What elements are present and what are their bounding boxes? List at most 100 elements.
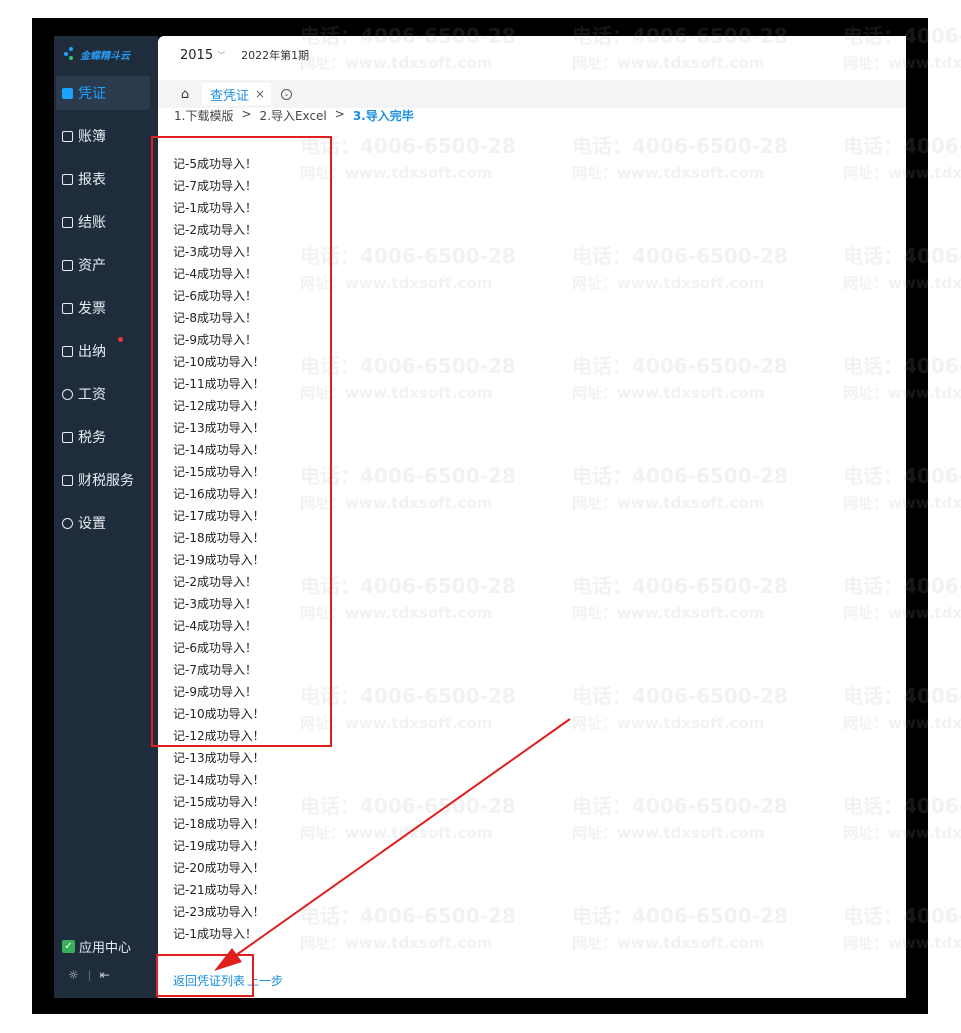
previous-step-link[interactable]: 上一步	[247, 972, 283, 989]
settings-icon	[62, 517, 73, 529]
sidebar-item-cashier[interactable]: 出纳	[56, 334, 150, 368]
import-log-line: 记-10成功导入！	[173, 707, 265, 721]
sidebar: 金蝶精斗云 凭证 账簿 报表 结账 资产 发票 出纳 工资 税务 财税服务 设置…	[54, 36, 158, 998]
step-download-template: 1.下载模版	[174, 109, 234, 123]
import-log: 记-5成功导入！ 记-7成功导入！ 记-1成功导入！ 记-2成功导入！ 记-3成功导入！…	[173, 153, 313, 945]
step-import-excel: 2.导入Excel	[259, 109, 327, 123]
sidebar-item-label: 账簿	[78, 129, 106, 145]
back-to-voucher-list-link[interactable]: 返回凭证列表	[173, 972, 245, 989]
import-log-line: 记-18成功导入！	[173, 531, 265, 545]
import-log-line: 记-15成功导入！	[173, 795, 265, 809]
sidebar-item-label: 发票	[78, 301, 106, 317]
asset-icon	[62, 259, 73, 271]
import-log-line: 记-6成功导入！	[173, 289, 257, 303]
app-center-button[interactable]: ✓ 应用中心	[62, 937, 131, 956]
sidebar-item-label: 凭证	[78, 86, 106, 102]
import-log-line: 记-4成功导入！	[173, 267, 257, 281]
invoice-icon	[62, 302, 73, 314]
sidebar-footer: ☼ ⇤	[68, 968, 110, 982]
closing-icon	[62, 216, 73, 228]
import-log-line: 记-1成功导入！	[173, 201, 257, 215]
import-log-line: 记-9成功导入！	[173, 333, 257, 347]
sidebar-item-label: 税务	[78, 430, 106, 446]
theme-toggle-icon[interactable]: ☼	[68, 968, 79, 982]
sidebar-item-closing[interactable]: 结账	[56, 205, 150, 239]
close-icon[interactable]: ×	[255, 87, 265, 101]
sidebar-item-label: 资产	[78, 258, 106, 274]
import-log-line: 记-12成功导入！	[173, 399, 265, 413]
step-separator: >	[241, 107, 252, 121]
notification-dot	[118, 337, 123, 342]
cashier-icon	[62, 345, 73, 357]
sidebar-item-label: 出纳	[78, 344, 106, 360]
collapse-sidebar-icon[interactable]: ⇤	[100, 968, 110, 982]
import-log-line: 记-12成功导入！	[173, 729, 265, 743]
voucher-icon	[62, 87, 73, 99]
import-log-line: 记-5成功导入！	[173, 157, 257, 171]
tax-icon	[62, 431, 73, 443]
tab-menu-icon[interactable]: ⌄	[281, 88, 293, 100]
import-log-line: 记-19成功导入！	[173, 839, 265, 853]
import-log-line: 记-7成功导入！	[173, 179, 257, 193]
import-log-line: 记-1成功导入！	[173, 927, 257, 941]
import-log-line: 记-6成功导入！	[173, 641, 257, 655]
salary-icon	[62, 388, 73, 400]
sidebar-item-label: 工资	[78, 387, 106, 403]
import-log-line: 记-2成功导入！	[173, 223, 257, 237]
import-log-line: 记-21成功导入！	[173, 883, 265, 897]
import-log-line: 记-19成功导入！	[173, 553, 265, 567]
app-center-label: 应用中心	[79, 941, 132, 956]
import-log-line: 记-7成功导入！	[173, 663, 257, 677]
import-log-line: 记-4成功导入！	[173, 619, 257, 633]
import-log-line: 记-3成功导入！	[173, 245, 257, 259]
year-select[interactable]: 2015 ﹀	[180, 48, 225, 63]
app-center-icon: ✓	[62, 940, 75, 953]
import-log-line: 记-23成功导入！	[173, 905, 265, 919]
app-logo: 金蝶精斗云	[64, 44, 130, 64]
sidebar-item-service[interactable]: 财税服务	[56, 463, 150, 497]
sidebar-item-voucher[interactable]: 凭证	[56, 76, 150, 110]
bottom-actions: 返回凭证列表 上一步	[173, 972, 283, 989]
service-icon	[62, 474, 73, 486]
sidebar-item-settings[interactable]: 设置	[56, 506, 150, 540]
sidebar-item-salary[interactable]: 工资	[56, 377, 150, 411]
tab-bar: ⌂ 查凭证 × ⌄	[158, 80, 906, 108]
import-steps: 1.下载模版 > 2.导入Excel > 3.导入完毕	[174, 107, 414, 124]
sidebar-item-label: 结账	[78, 215, 106, 231]
import-log-line: 记-13成功导入！	[173, 751, 265, 765]
import-log-line: 记-9成功导入！	[173, 685, 257, 699]
import-log-line: 记-18成功导入！	[173, 817, 265, 831]
report-icon	[62, 173, 73, 185]
import-log-line: 记-17成功导入！	[173, 509, 265, 523]
sidebar-item-asset[interactable]: 资产	[56, 248, 150, 282]
sidebar-item-tax[interactable]: 税务	[56, 420, 150, 454]
home-icon[interactable]: ⌂	[178, 87, 192, 102]
import-log-line: 记-10成功导入！	[173, 355, 265, 369]
logo-icon	[64, 47, 76, 61]
sidebar-item-report[interactable]: 报表	[56, 162, 150, 196]
ledger-icon	[62, 130, 73, 142]
sidebar-item-label: 财税服务	[78, 473, 134, 489]
logo-text: 金蝶精斗云	[80, 50, 130, 62]
year-value: 2015	[180, 47, 214, 63]
tab-label: 查凭证	[210, 88, 250, 104]
sidebar-item-label: 报表	[78, 172, 106, 188]
import-log-line: 记-8成功导入！	[173, 311, 257, 325]
import-log-line: 记-16成功导入！	[173, 487, 265, 501]
import-log-line: 记-14成功导入！	[173, 443, 265, 457]
chevron-down-icon: ﹀	[217, 50, 226, 60]
import-log-line: 记-20成功导入！	[173, 861, 265, 875]
step-separator: >	[334, 107, 345, 121]
divider	[88, 969, 90, 981]
import-log-line: 记-14成功导入！	[173, 773, 265, 787]
period-select[interactable]: 2022年第1期	[241, 47, 309, 63]
sidebar-item-ledger[interactable]: 账簿	[56, 119, 150, 153]
sidebar-item-label: 设置	[78, 516, 106, 532]
import-log-line: 记-15成功导入！	[173, 465, 265, 479]
import-log-line: 记-3成功导入！	[173, 597, 257, 611]
tab-voucher-query[interactable]: 查凭证 ×	[202, 83, 272, 105]
import-log-line: 记-11成功导入！	[173, 377, 265, 391]
top-bar: 2015 ﹀ 2022年第1期	[158, 36, 906, 74]
main-content: 2015 ﹀ 2022年第1期 ⌂ 查凭证 × ⌄ 1.下载模版 > 2.导入E…	[158, 36, 906, 998]
sidebar-item-invoice[interactable]: 发票	[56, 291, 150, 325]
